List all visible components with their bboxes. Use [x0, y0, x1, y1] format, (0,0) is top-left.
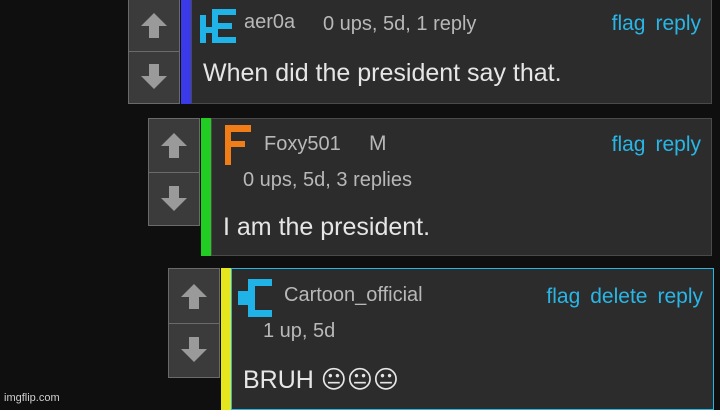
downvote-button[interactable]	[168, 323, 220, 378]
arrow-down-icon	[181, 337, 207, 363]
user-badge: M	[369, 132, 387, 155]
arrow-down-icon	[141, 64, 167, 90]
thread-level-bar	[201, 118, 211, 256]
downvote-button[interactable]	[128, 51, 180, 104]
vote-column	[148, 118, 200, 226]
upvote-button[interactable]	[128, 0, 180, 52]
comment-actions: flag reply	[612, 133, 701, 157]
reply-link[interactable]: reply	[655, 133, 701, 157]
arrow-down-icon	[161, 185, 187, 211]
arrow-up-icon	[141, 12, 167, 38]
comment-panel: Cartoon_official flag delete reply 1 up,…	[231, 268, 714, 410]
upvote-button[interactable]	[148, 118, 200, 173]
flag-link[interactable]: flag	[612, 12, 646, 36]
upvote-button[interactable]	[168, 268, 220, 324]
comment-panel: Foxy501 M flag reply 0 ups, 5d, 3 replie…	[211, 118, 712, 256]
username[interactable]: Cartoon_official	[284, 284, 423, 307]
vote-column	[168, 268, 220, 378]
comment-meta: 0 ups, 5d, 3 replies	[243, 169, 412, 191]
reply-link[interactable]: reply	[657, 285, 703, 309]
comment-foxy501: Foxy501 M flag reply 0 ups, 5d, 3 replie…	[148, 118, 712, 256]
user-avatar[interactable]	[225, 125, 251, 165]
comment-panel: aer0a 0 ups, 5d, 1 reply flag reply When…	[191, 0, 712, 104]
thread-level-bar	[221, 268, 231, 410]
arrow-up-icon	[181, 283, 207, 309]
user-avatar[interactable]	[200, 7, 238, 45]
downvote-button[interactable]	[148, 172, 200, 226]
comment-meta: 1 up, 5d	[263, 320, 336, 342]
username[interactable]: Foxy501	[264, 133, 341, 156]
comment-meta: 0 ups, 5d, 1 reply	[323, 13, 477, 35]
comment-body: BRUH 😐😐😐	[243, 366, 399, 394]
comment-aer0a: aer0a 0 ups, 5d, 1 reply flag reply When…	[128, 0, 712, 104]
flag-link[interactable]: flag	[546, 285, 580, 309]
comment-body: I am the president.	[223, 213, 431, 241]
vote-column	[128, 0, 180, 104]
user-avatar[interactable]	[238, 279, 272, 317]
comment-actions: flag reply	[612, 12, 701, 36]
watermark: imgflip.com	[4, 392, 60, 404]
delete-link[interactable]: delete	[590, 285, 647, 309]
arrow-up-icon	[161, 133, 187, 159]
flag-link[interactable]: flag	[612, 133, 646, 157]
reply-link[interactable]: reply	[655, 12, 701, 36]
comment-body: When did the president say that.	[203, 59, 562, 87]
comment-actions: flag delete reply	[546, 285, 703, 309]
username[interactable]: aer0a	[244, 11, 295, 34]
comment-cartoon-official: Cartoon_official flag delete reply 1 up,…	[168, 268, 714, 410]
thread-level-bar	[181, 0, 191, 104]
